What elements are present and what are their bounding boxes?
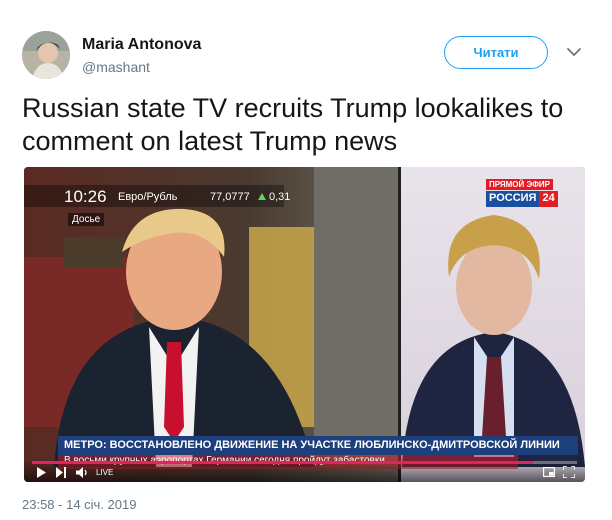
pip-icon[interactable] bbox=[543, 467, 555, 477]
arrow-up-icon bbox=[258, 193, 266, 200]
channel-logo: РОССИЯ 24 bbox=[486, 191, 558, 207]
progress-track[interactable] bbox=[32, 461, 577, 464]
progress-fill bbox=[32, 461, 534, 464]
skip-icon[interactable] bbox=[56, 467, 66, 478]
video-frame bbox=[24, 167, 585, 482]
user-handle[interactable]: @mashant bbox=[82, 59, 150, 75]
tweet-timestamp[interactable]: 23:58 - 14 січ. 2019 bbox=[22, 497, 136, 512]
channel-name: РОССИЯ bbox=[486, 191, 540, 207]
user-name[interactable]: Maria Antonova bbox=[82, 36, 201, 54]
currency-label: Евро/Рубль bbox=[118, 191, 178, 203]
avatar[interactable] bbox=[22, 31, 70, 79]
currency-value: 77,0777 bbox=[210, 191, 250, 203]
chevron-down-icon[interactable] bbox=[566, 46, 582, 58]
volume-icon[interactable] bbox=[76, 467, 89, 478]
live-label: ПРЯМОЙ ЭФИР bbox=[486, 179, 553, 190]
dossier-label: Досье bbox=[68, 213, 105, 226]
avatar-image bbox=[22, 31, 70, 79]
follow-button[interactable]: Читати bbox=[444, 36, 548, 69]
video-player[interactable]: 10:26 Евро/Рубль 77,0777 0,31 Досье ПРЯМ… bbox=[24, 167, 585, 482]
play-icon[interactable] bbox=[36, 467, 46, 478]
fullscreen-icon[interactable] bbox=[563, 466, 575, 478]
channel-number: 24 bbox=[539, 191, 558, 207]
ticker-main: МЕТРО: ВОССТАНОВЛЕНО ДВИЖЕНИЕ НА УЧАСТКЕ… bbox=[64, 439, 560, 451]
tweet-text: Russian state TV recruits Trump lookalik… bbox=[22, 93, 564, 156]
clock: 10:26 bbox=[64, 187, 107, 206]
currency-change: 0,31 bbox=[269, 191, 291, 203]
live-badge: LIVE bbox=[96, 468, 114, 477]
